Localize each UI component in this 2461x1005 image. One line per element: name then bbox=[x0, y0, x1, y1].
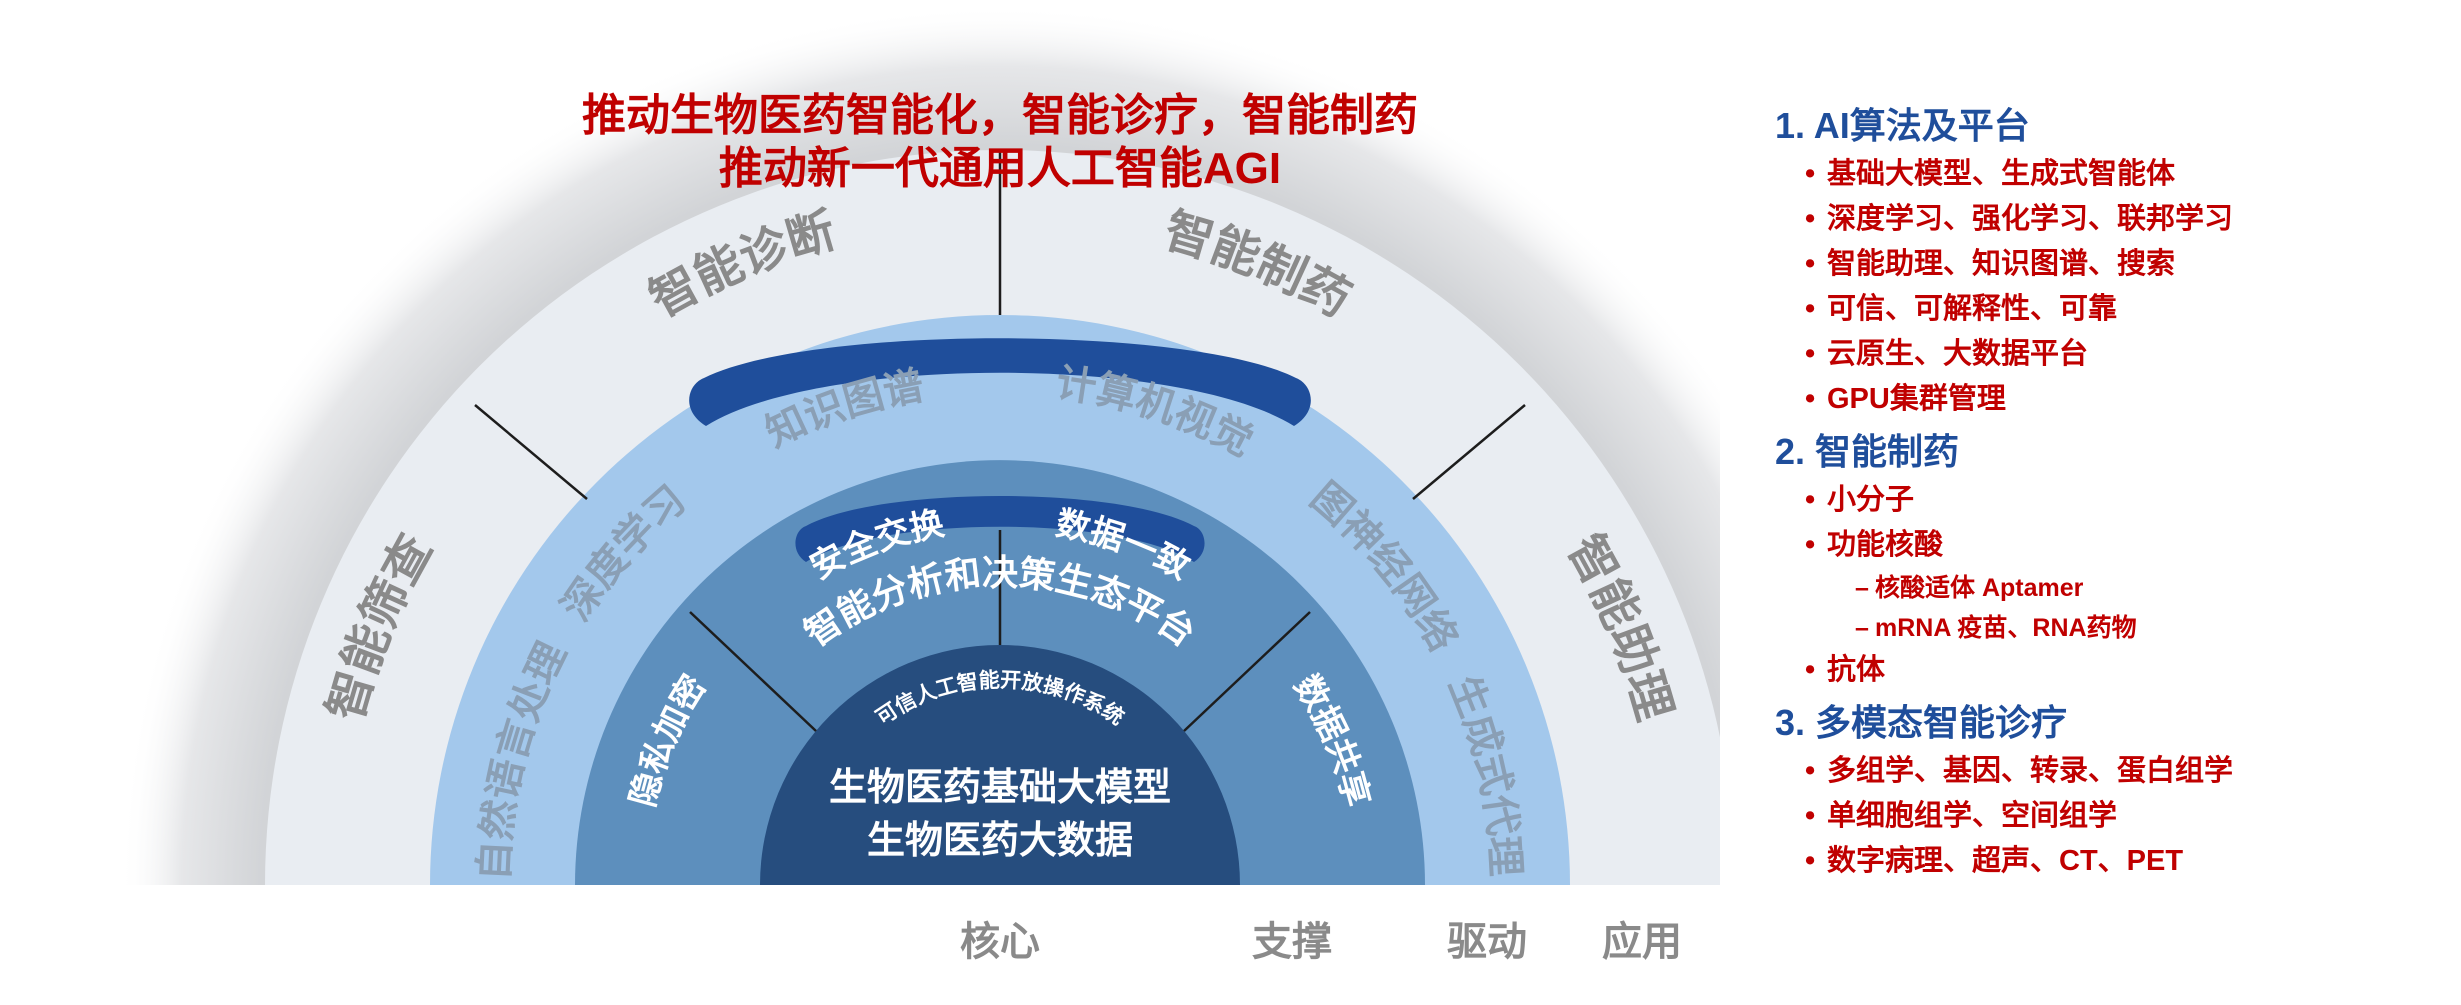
section-list: 小分子 功能核酸 核酸适体 Aptamer mRNA 疫苗、RNA药物 抗体 bbox=[1775, 478, 2435, 693]
sidebar-section-pharma: 2. 智能制药 小分子 功能核酸 核酸适体 Aptamer mRNA 疫苗、RN… bbox=[1775, 426, 2435, 693]
bottom-label-application: 应用 bbox=[1602, 920, 1682, 964]
list-subitem: 核酸适体 Aptamer bbox=[1775, 568, 2435, 608]
sidebar-section-ai-platform: 1. AI算法及平台 基础大模型、生成式智能体 深度学习、强化学习、联邦学习 智… bbox=[1775, 100, 2435, 422]
section-list: 多组学、基因、转录、蛋白组学 单细胞组学、空间组学 数字病理、超声、CT、PET bbox=[1775, 749, 2435, 884]
sidebar-section-diagnosis: 3. 多模态智能诊疗 多组学、基因、转录、蛋白组学 单细胞组学、空间组学 数字病… bbox=[1775, 697, 2435, 884]
list-item: 抗体 bbox=[1775, 648, 2435, 693]
headline-line1: 推动生物医药智能化，智能诊疗，智能制药 bbox=[582, 91, 1418, 140]
feature-sidebar: 1. AI算法及平台 基础大模型、生成式智能体 深度学习、强化学习、联邦学习 智… bbox=[1775, 100, 2435, 980]
ai-layer-diagram: 推动生物医药智能化，智能诊疗，智能制药 推动新一代通用人工智能AGI 智能筛查 … bbox=[120, 5, 1720, 964]
headline-line2: 推动新一代通用人工智能AGI bbox=[719, 144, 1281, 193]
list-item: 基础大模型、生成式智能体 bbox=[1775, 152, 2435, 197]
list-item: GPU集群管理 bbox=[1775, 377, 2435, 422]
list-item: 深度学习、强化学习、联邦学习 bbox=[1775, 197, 2435, 242]
bottom-label-support: 支撑 bbox=[1252, 920, 1332, 964]
list-item: 数字病理、超声、CT、PET bbox=[1775, 839, 2435, 884]
bottom-label-driving: 驱动 bbox=[1447, 920, 1527, 964]
list-item: 多组学、基因、转录、蛋白组学 bbox=[1775, 749, 2435, 794]
bottom-label-core: 核心 bbox=[960, 920, 1040, 964]
core-line2: 生物医药大数据 bbox=[867, 820, 1133, 862]
section-title: 3. 多模态智能诊疗 bbox=[1775, 702, 2068, 743]
section-list: 基础大模型、生成式智能体 深度学习、强化学习、联邦学习 智能助理、知识图谱、搜索… bbox=[1775, 152, 2435, 422]
list-subitem: mRNA 疫苗、RNA药物 bbox=[1775, 608, 2435, 648]
list-item: 云原生、大数据平台 bbox=[1775, 332, 2435, 377]
section-title: 2. 智能制药 bbox=[1775, 431, 1960, 472]
list-item: 可信、可解释性、可靠 bbox=[1775, 287, 2435, 332]
list-item: 单细胞组学、空间组学 bbox=[1775, 794, 2435, 839]
core-line1: 生物医药基础大模型 bbox=[829, 767, 1171, 809]
list-item: 功能核酸 bbox=[1775, 523, 2435, 568]
section-title: 1. AI算法及平台 bbox=[1775, 105, 2030, 146]
list-item: 智能助理、知识图谱、搜索 bbox=[1775, 242, 2435, 287]
list-item: 小分子 bbox=[1775, 478, 2435, 523]
